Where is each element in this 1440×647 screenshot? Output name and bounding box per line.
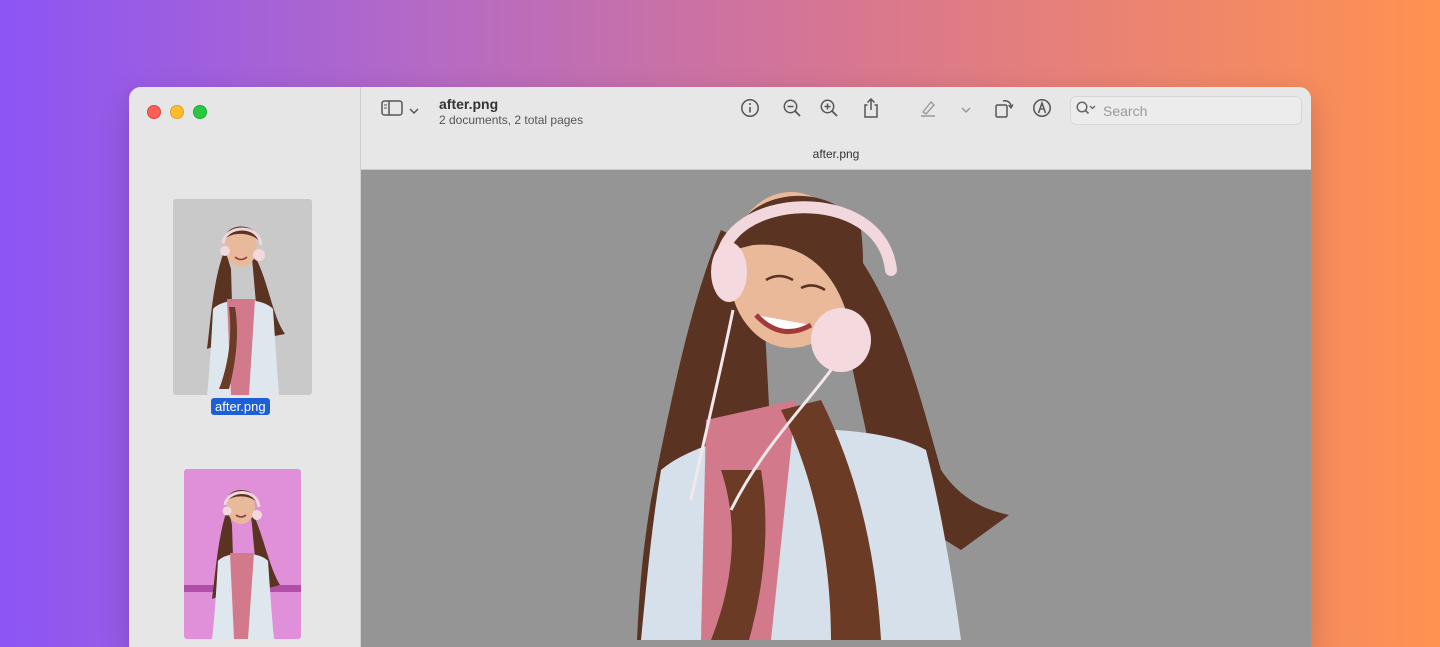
document-subtitle: 2 documents, 2 total pages: [439, 113, 584, 127]
highlight-icon: [918, 98, 938, 123]
sidebar: after.png: [129, 87, 361, 647]
sidebar-toggle-button[interactable]: [381, 99, 419, 122]
toolbar: after.png 2 documents, 2 total pages Sea…: [361, 87, 1311, 170]
search-field[interactable]: [1070, 96, 1302, 125]
tab-title: after.png: [812, 147, 860, 161]
share-icon: [861, 97, 881, 124]
document-canvas: [361, 170, 1311, 647]
sidebar-icon: [381, 99, 403, 122]
highlight-options-button[interactable]: [955, 99, 977, 121]
info-icon: [740, 98, 760, 123]
markup-button[interactable]: [1031, 98, 1053, 123]
girl-headphones-image: [637, 192, 1009, 640]
search-icon: [1075, 100, 1097, 121]
document-title: after.png: [439, 96, 499, 112]
rotate-button[interactable]: [993, 99, 1015, 121]
share-button[interactable]: [860, 97, 882, 124]
zoom-in-button[interactable]: [818, 99, 840, 121]
info-button[interactable]: [739, 98, 761, 123]
zoom-in-icon: [819, 98, 839, 123]
zoom-button[interactable]: [193, 105, 207, 119]
preview-window: after.png after.png 2 documents, 2 total…: [129, 87, 1311, 647]
girl-headphones-image: [207, 226, 285, 395]
thumbnail-label-selected[interactable]: after.png: [211, 398, 270, 415]
chevron-down-icon: [409, 102, 419, 120]
chevron-down-icon: [961, 101, 971, 119]
main-area: after.png 2 documents, 2 total pages Sea…: [361, 87, 1311, 647]
minimize-button[interactable]: [170, 105, 184, 119]
page-thumbnail-1[interactable]: [173, 199, 312, 395]
search-input[interactable]: [1101, 101, 1285, 120]
zoom-out-button[interactable]: [781, 99, 803, 121]
close-button[interactable]: [147, 105, 161, 119]
page-thumbnail-2[interactable]: [184, 469, 301, 639]
traffic-lights: [147, 105, 207, 119]
rotate-icon: [993, 97, 1015, 124]
zoom-out-icon: [782, 98, 802, 123]
girl-headphones-image: [212, 490, 280, 639]
markup-icon: [1032, 98, 1052, 123]
highlight-button[interactable]: [917, 99, 939, 121]
